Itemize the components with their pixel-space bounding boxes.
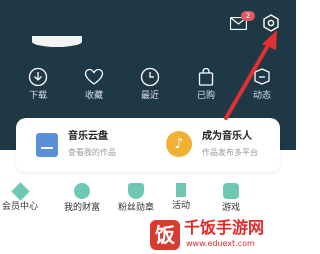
watermark-title: 千饭手游网 [184, 218, 265, 237]
watermark-url: www.eduext.com [186, 239, 255, 248]
watermark: 饭 千饭手游网 www.eduext.com [150, 218, 296, 254]
red-pointer-arrow [224, 30, 277, 120]
watermark-logo: 饭 [150, 220, 180, 250]
